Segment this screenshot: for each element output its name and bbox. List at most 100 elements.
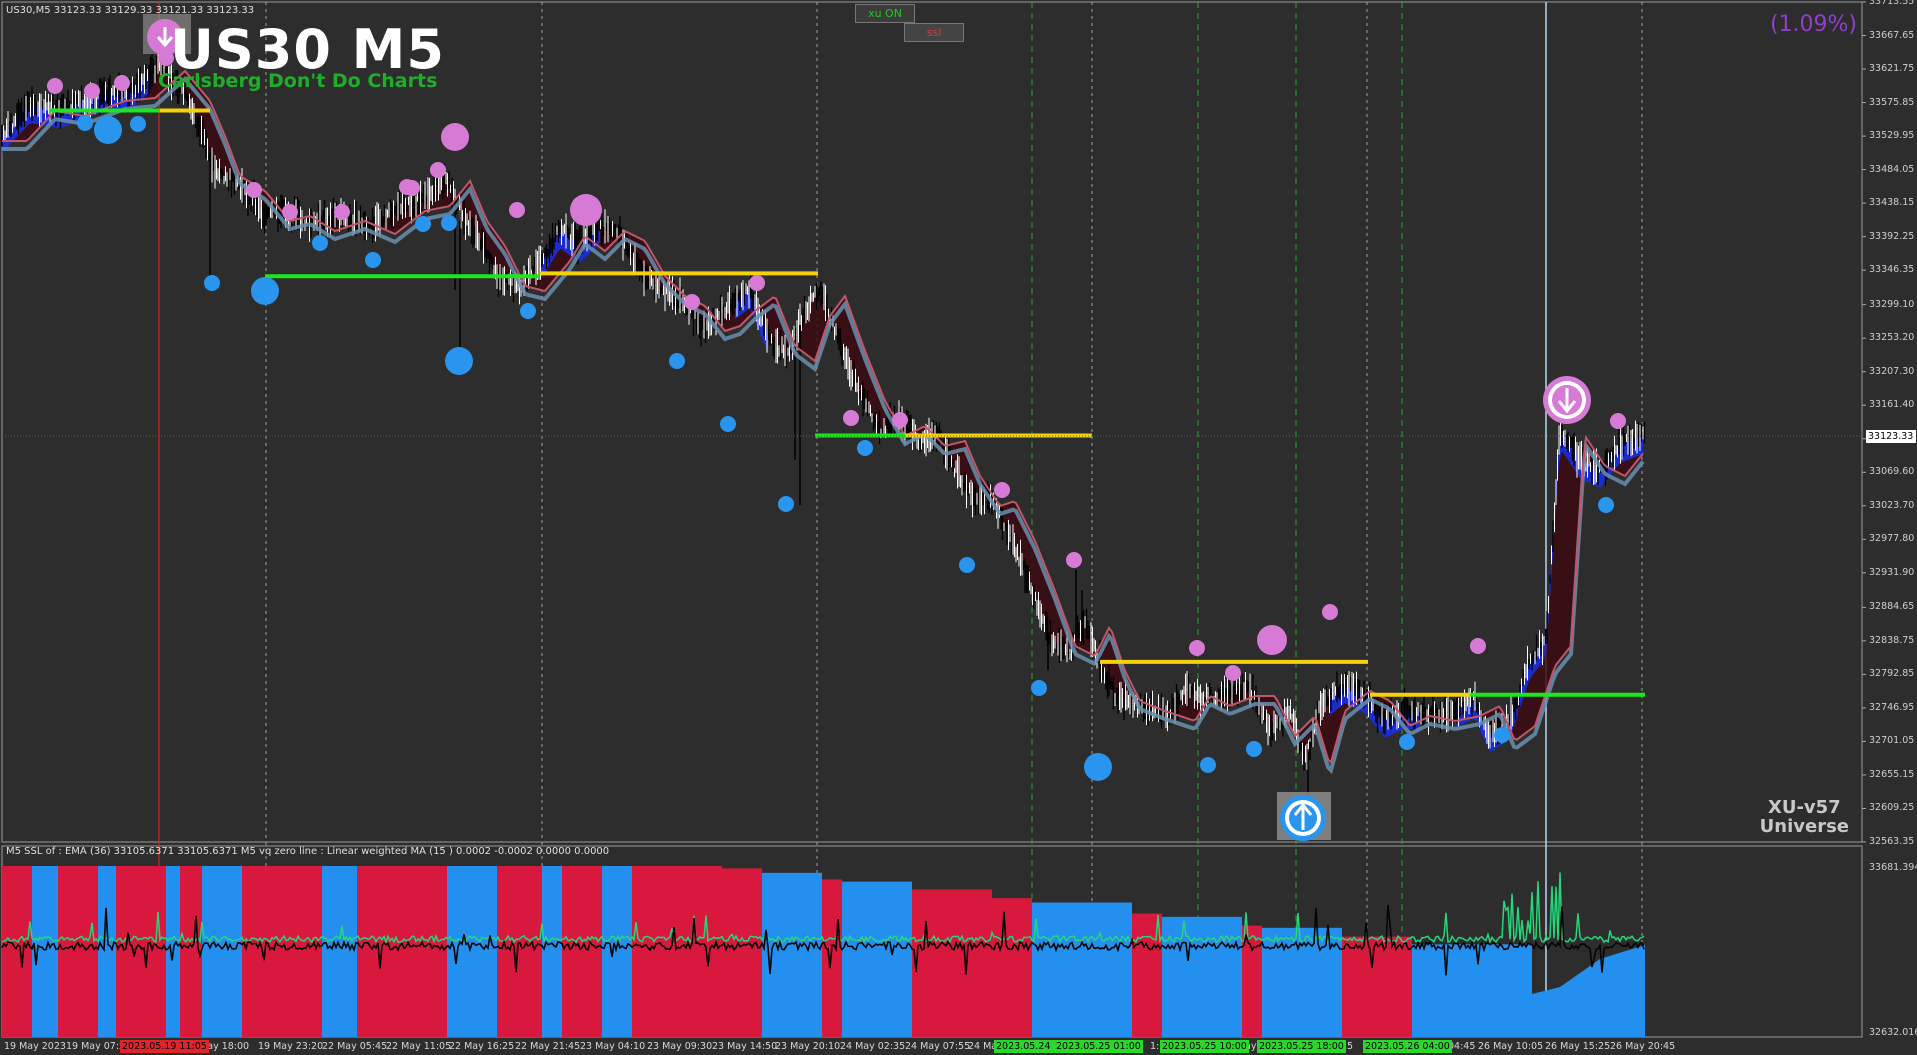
price-tick-label: 33346.35 [1869, 264, 1915, 276]
swing-low-marker [365, 252, 381, 268]
time-tick-label: 04:45 [1448, 1041, 1476, 1052]
time-highlight-label: 2023.05.25 18:00 [1257, 1040, 1346, 1053]
swing-low-marker [1031, 680, 1047, 696]
price-tick-label: 32884.65 [1869, 601, 1915, 613]
time-tick-label: 26 May 20:45 [1610, 1041, 1676, 1052]
ssl-column [357, 866, 417, 1037]
swing-low-marker [778, 496, 794, 512]
time-tick-label: 19 May 2023 [4, 1041, 66, 1052]
current-price-label: 33123.33 [1866, 430, 1916, 443]
swing-high-marker [843, 410, 859, 426]
ssl-column [98, 866, 116, 1037]
swing-low-marker [1399, 734, 1415, 750]
swing-high-marker [47, 78, 63, 94]
swing-high-marker [334, 204, 350, 220]
ssl-column [202, 866, 242, 1037]
time-tick-label: 19 May 23:20 [258, 1041, 324, 1052]
swing-low-marker [94, 116, 122, 144]
swing-high-marker [1610, 413, 1626, 429]
swing-low-marker [1200, 757, 1216, 773]
brand-line2: Universe [1759, 816, 1849, 837]
swing-low-marker [312, 235, 328, 251]
xu-on-button[interactable]: xu ON [855, 4, 915, 23]
swing-high-marker [570, 194, 602, 226]
swing-low-marker [415, 216, 431, 232]
swing-low-marker [1084, 753, 1112, 781]
brand-line1: XU-v57 [1767, 797, 1841, 818]
time-tick-label: 26 May 10:05 [1478, 1041, 1544, 1052]
ssl-column [912, 889, 992, 1037]
swing-low-marker [441, 215, 457, 231]
swing-high-marker [114, 75, 130, 91]
down-arrow-badge-right [1543, 376, 1591, 424]
price-tick-label: 33392.25 [1869, 230, 1915, 242]
price-tick-label: 33069.60 [1869, 466, 1915, 478]
price-tick-label: 32792.85 [1869, 668, 1915, 680]
price-tick-label: 32609.25 [1869, 802, 1915, 814]
swing-low-marker [130, 116, 146, 132]
time-tick-label: 26 May 15:25 [1545, 1041, 1611, 1052]
price-tick-label: 33023.70 [1869, 499, 1915, 511]
price-tick-label: 33667.65 [1869, 29, 1915, 41]
ssl-column [1032, 902, 1132, 1037]
ssl-column [1342, 936, 1412, 1037]
swing-high-marker [441, 123, 469, 151]
swing-high-marker [1322, 604, 1338, 620]
price-tick-label: 33621.75 [1869, 63, 1915, 75]
price-tick-label: 32977.80 [1869, 533, 1915, 545]
time-tick-label: 22 May 16:25 [449, 1041, 515, 1052]
ssl-column [116, 866, 166, 1037]
swing-low-marker [520, 303, 536, 319]
price-tick-label: 32655.15 [1869, 768, 1915, 780]
price-tick-label: 33299.10 [1869, 298, 1915, 310]
ssl-column [58, 866, 98, 1037]
price-tick-label: 33438.15 [1869, 197, 1915, 209]
time-highlight-label: 2023.05.25 10:00 [1160, 1040, 1249, 1053]
time-tick-label: 23 May 14:50 [712, 1041, 778, 1052]
swing-high-marker [1066, 552, 1082, 568]
ssl-column [992, 898, 1032, 1037]
swing-high-marker [994, 482, 1010, 498]
swing-high-marker [1225, 665, 1241, 681]
time-tick-label: 23 May 20:10 [775, 1041, 841, 1052]
ssl-column [322, 866, 357, 1037]
price-tick-label: 32931.90 [1869, 566, 1915, 578]
ssl-column [1412, 944, 1532, 1037]
swing-high-marker [430, 162, 446, 178]
ssl-column [722, 868, 762, 1037]
symbol-info: US30,M5 33123.33 33129.33 33121.33 33123… [6, 5, 255, 16]
time-tick-label: 23 May 04:10 [580, 1041, 646, 1052]
price-tick-label: 32701.05 [1869, 735, 1915, 747]
swing-high-marker [1470, 638, 1486, 654]
swing-low-marker [959, 557, 975, 573]
indicator-title: M5 SSL of : EMA (36) 33105.6371 33105.63… [6, 846, 610, 857]
price-tick-label: 32746.95 [1869, 701, 1915, 713]
time-highlight-label: 2023.05.19 11:05 [120, 1040, 209, 1053]
ssl-button[interactable]: ssl [904, 23, 964, 42]
price-tick-label: 33484.05 [1869, 163, 1915, 175]
swing-high-marker [1257, 625, 1287, 655]
chart-window[interactable]: US30,M5 33123.33 33129.33 33121.33 33123… [0, 0, 1917, 1055]
price-tick-label: 33161.40 [1869, 399, 1915, 411]
chart-canvas[interactable] [0, 0, 1917, 1055]
percent-change: (1.09%) [1769, 12, 1857, 37]
swing-low-marker [204, 275, 220, 291]
time-tick-label: 23 May 09:30 [647, 1041, 713, 1052]
price-tick-label: 33713.55 [1869, 0, 1915, 7]
brand-label: XU-v57 Universe [1760, 798, 1849, 836]
swing-low-marker [77, 115, 93, 131]
up-arrow-badge [1277, 792, 1331, 841]
price-tick-label: 33207.30 [1869, 365, 1915, 377]
ssl-column [542, 866, 562, 1037]
swing-high-marker [84, 83, 100, 99]
ssl-column [822, 879, 842, 1037]
main-chart-panel [1, 1, 1863, 843]
time-tick-label: 24 May 02:35 [840, 1041, 906, 1052]
time-highlight-label: 2023.05.25 01:00 [1054, 1040, 1143, 1053]
swing-high-marker [749, 275, 765, 291]
ssl-column [1162, 916, 1242, 1037]
ssl-column [562, 866, 602, 1037]
price-tick-label: 32563.35 [1869, 836, 1915, 847]
swing-low-marker [720, 416, 736, 432]
ssl-column [32, 866, 58, 1037]
